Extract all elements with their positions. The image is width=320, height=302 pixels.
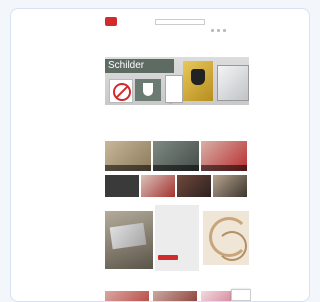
prohibition-sign-image — [109, 79, 133, 103]
top-bar — [105, 11, 249, 15]
product-thumbnail[interactable] — [213, 175, 247, 197]
product-thumbnail[interactable] — [105, 291, 149, 301]
category-tile[interactable] — [153, 141, 199, 171]
carousel-dots[interactable]: • • • — [169, 103, 172, 105]
wood-engraving-image[interactable] — [203, 211, 249, 265]
logo-icon[interactable] — [105, 17, 117, 26]
hero-banner[interactable]: Schilder • • • — [105, 57, 249, 105]
small-sign-image — [165, 75, 183, 103]
feature-image[interactable] — [105, 211, 153, 269]
search-input[interactable] — [155, 19, 205, 25]
category-label — [105, 165, 151, 171]
ornament-swirl — [217, 231, 247, 261]
engraved-plate-image — [109, 222, 147, 250]
cookie-notice[interactable] — [231, 289, 251, 301]
product-thumbnail[interactable] — [141, 175, 175, 197]
webpage: Schilder • • • — [103, 11, 251, 301]
browser-card: Schilder • • • — [10, 8, 310, 302]
category-label — [153, 165, 199, 171]
eagle-icon — [191, 69, 205, 85]
product-thumbnail[interactable] — [153, 291, 197, 301]
category-tile[interactable] — [201, 141, 247, 171]
silver-sign-image — [217, 65, 249, 101]
category-label — [201, 165, 247, 171]
main-navigation — [106, 30, 248, 48]
product-thumbnail[interactable] — [105, 175, 139, 197]
product-thumbnail[interactable] — [177, 175, 211, 197]
prohibition-icon — [113, 83, 131, 101]
promo-box — [155, 205, 199, 271]
category-tile[interactable] — [105, 141, 151, 171]
coat-of-arms-sign-image — [135, 79, 161, 101]
shield-icon — [143, 83, 153, 96]
promo-button[interactable] — [158, 255, 178, 260]
gold-sign-image — [183, 61, 213, 101]
hero-title: Schilder — [105, 59, 174, 73]
